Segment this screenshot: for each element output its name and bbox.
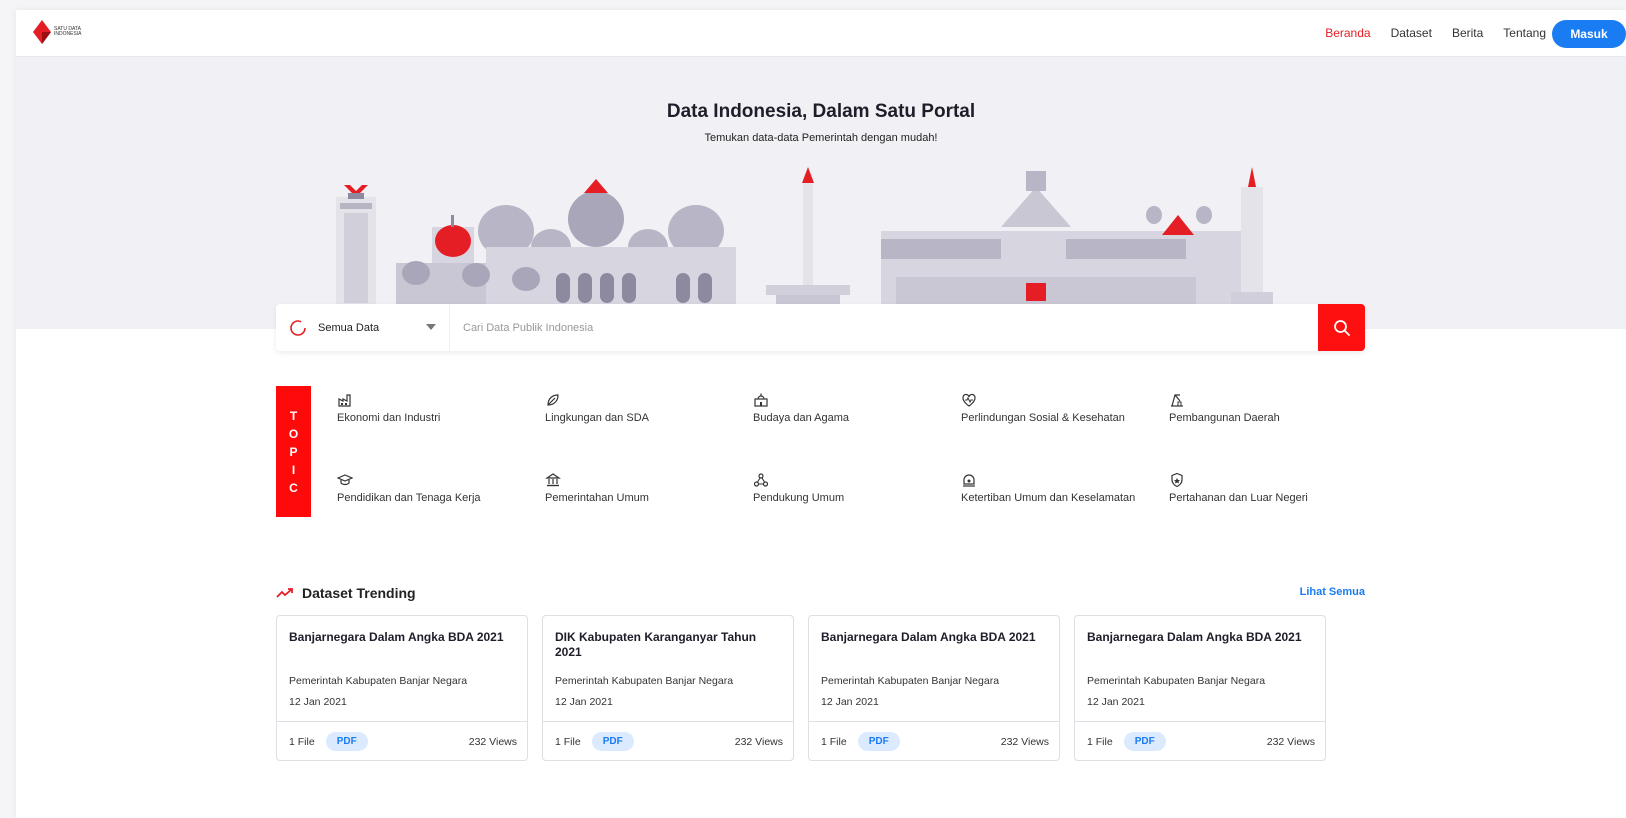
trending-up-icon xyxy=(276,588,293,598)
nav-berita[interactable]: Berita xyxy=(1452,26,1483,40)
topic-perlindungan[interactable]: Perlindungan Sosial & Kesehatan xyxy=(961,392,1169,472)
topic-tag-letter: C xyxy=(289,480,298,495)
chevron-down-icon xyxy=(426,324,436,330)
crane-icon xyxy=(1171,394,1183,407)
dataset-organization: Pemerintah Kabupaten Banjar Negara xyxy=(1087,675,1266,687)
topic-pembangunan[interactable]: Pembangunan Daerah xyxy=(1169,392,1377,472)
topic-tag-letter: O xyxy=(288,426,299,441)
search-icon xyxy=(1333,319,1350,336)
dataset-date: 12 Jan 2021 xyxy=(289,696,347,708)
hero-subtitle: Temukan data-data Pemerintah dengan muda… xyxy=(704,132,938,144)
dataset-date: 12 Jan 2021 xyxy=(821,696,879,708)
format-badge: PDF xyxy=(857,732,900,751)
dataset-organization: Pemerintah Kabupaten Banjar Negara xyxy=(555,675,734,687)
factory-icon xyxy=(338,394,351,407)
dataset-card-footer: 1 File PDF 232 Views xyxy=(1075,721,1325,761)
logo-text: SATU DATA INDONESIA xyxy=(54,26,82,37)
shield-icon xyxy=(1171,472,1183,488)
search-bar: Semua Data xyxy=(276,304,1365,351)
topic-label: Ekonomi dan Industri xyxy=(337,412,441,424)
mosque-icon xyxy=(754,393,768,407)
trending-cards: Banjarnegara Dalam Angka BDA 2021 Pemeri… xyxy=(276,615,1326,761)
satu-data-logo[interactable]: SATU DATA INDONESIA xyxy=(33,20,82,44)
topic-tag-letter: P xyxy=(289,444,298,459)
dataset-card-footer: 1 File PDF 232 Views xyxy=(809,721,1059,761)
topic-ekonomi[interactable]: Ekonomi dan Industri xyxy=(337,392,545,472)
topic-label: Perlindungan Sosial & Kesehatan xyxy=(961,412,1125,424)
heart-pulse-icon xyxy=(962,393,976,407)
topic-budaya[interactable]: Budaya dan Agama xyxy=(753,392,961,472)
hero-section: Data Indonesia, Dalam Satu Portal Temuka… xyxy=(16,57,1626,329)
view-count: 232 Views xyxy=(1266,735,1315,748)
siren-icon xyxy=(963,474,975,487)
topic-tag-letter: T xyxy=(289,408,298,423)
nav-tentang[interactable]: Tentang xyxy=(1503,26,1546,40)
loading-ring-icon xyxy=(290,319,306,336)
dataset-card[interactable]: DIK Kabupaten Karanganyar Tahun 2021 Pem… xyxy=(542,615,794,761)
topic-label: Pendidikan dan Tenaga Kerja xyxy=(337,492,481,504)
topic-label: Lingkungan dan SDA xyxy=(545,412,649,424)
topic-pendukung[interactable]: Pendukung Umum xyxy=(753,472,961,552)
format-badge: PDF xyxy=(325,732,368,751)
file-count: 1 File xyxy=(289,735,315,748)
dataset-card[interactable]: Banjarnegara Dalam Angka BDA 2021 Pemeri… xyxy=(1074,615,1326,761)
login-button[interactable]: Masuk xyxy=(1552,20,1626,48)
search-input[interactable] xyxy=(450,304,1318,351)
dataset-card[interactable]: Banjarnegara Dalam Angka BDA 2021 Pemeri… xyxy=(276,615,528,761)
dataset-title: Banjarnegara Dalam Angka BDA 2021 xyxy=(289,630,504,644)
data-category-select[interactable]: Semua Data xyxy=(276,304,450,351)
topic-label: Ketertiban Umum dan Keselamatan xyxy=(961,492,1136,504)
leaf-icon xyxy=(547,394,559,406)
format-badge: PDF xyxy=(591,732,634,751)
top-navbar: SATU DATA INDONESIA Beranda Dataset Beri… xyxy=(16,10,1626,57)
page: SATU DATA INDONESIA Beranda Dataset Beri… xyxy=(16,10,1626,818)
dataset-card[interactable]: Banjarnegara Dalam Angka BDA 2021 Pemeri… xyxy=(808,615,1060,761)
network-icon xyxy=(753,473,769,487)
government-building-icon xyxy=(545,473,561,487)
dataset-organization: Pemerintah Kabupaten Banjar Negara xyxy=(289,675,468,687)
file-count: 1 File xyxy=(1087,735,1113,748)
topic-lingkungan[interactable]: Lingkungan dan SDA xyxy=(545,392,753,472)
dataset-card-footer: 1 File PDF 232 Views xyxy=(277,721,527,761)
dataset-date: 12 Jan 2021 xyxy=(555,696,613,708)
view-count: 232 Views xyxy=(734,735,783,748)
format-badge: PDF xyxy=(1123,732,1166,751)
topic-label: Pembangunan Daerah xyxy=(1169,412,1280,424)
graduation-cap-icon xyxy=(337,474,353,486)
logo-mark-icon xyxy=(33,20,51,44)
topic-tag: T O P I C xyxy=(276,386,311,517)
see-all-link[interactable]: Lihat Semua xyxy=(1300,586,1365,598)
dataset-title: Banjarnegara Dalam Angka BDA 2021 xyxy=(821,630,1036,644)
trending-header: Dataset Trending Lihat Semua xyxy=(276,583,1365,603)
file-count: 1 File xyxy=(821,735,847,748)
hero-title: Data Indonesia, Dalam Satu Portal xyxy=(666,101,976,122)
nav-dataset[interactable]: Dataset xyxy=(1391,26,1432,40)
search-button[interactable] xyxy=(1318,304,1365,351)
topic-pertahanan[interactable]: Pertahanan dan Luar Negeri xyxy=(1169,472,1377,552)
dataset-organization: Pemerintah Kabupaten Banjar Negara xyxy=(821,675,1000,687)
view-count: 232 Views xyxy=(1000,735,1049,748)
topic-grid: Ekonomi dan Industri Lingkungan dan SDA … xyxy=(337,392,1377,552)
topic-label: Budaya dan Agama xyxy=(753,412,850,424)
topic-pendidikan[interactable]: Pendidikan dan Tenaga Kerja xyxy=(337,472,545,552)
category-select-value: Semua Data xyxy=(318,321,380,334)
view-count: 232 Views xyxy=(468,735,517,748)
topic-ketertiban[interactable]: Ketertiban Umum dan Keselamatan xyxy=(961,472,1169,552)
topic-pemerintahan[interactable]: Pemerintahan Umum xyxy=(545,472,753,552)
trending-title: Dataset Trending xyxy=(302,585,416,601)
dataset-title: DIK Kabupaten Karanganyar Tahun 2021 xyxy=(555,630,757,659)
topic-label: Pertahanan dan Luar Negeri xyxy=(1169,492,1308,504)
dataset-date: 12 Jan 2021 xyxy=(1087,696,1145,708)
dataset-card-footer: 1 File PDF 232 Views xyxy=(543,721,793,761)
nav-beranda[interactable]: Beranda xyxy=(1325,26,1370,40)
topic-label: Pemerintahan Umum xyxy=(545,492,649,504)
file-count: 1 File xyxy=(555,735,581,748)
dataset-title: Banjarnegara Dalam Angka BDA 2021 xyxy=(1087,630,1302,644)
main-nav: Beranda Dataset Berita Tentang xyxy=(1325,10,1546,56)
topic-tag-letter: I xyxy=(291,462,296,477)
landmarks-skyline-illustration xyxy=(336,167,1273,307)
topic-label: Pendukung Umum xyxy=(753,492,845,504)
